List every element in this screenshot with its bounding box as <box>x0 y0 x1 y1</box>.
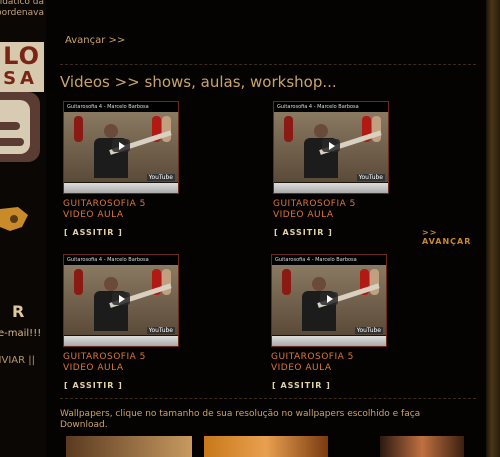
advance-link-right[interactable]: >> AVANÇAR <box>422 228 486 246</box>
sidebar-letter: R <box>12 302 25 321</box>
video-title[interactable]: GUITAROSOFIA 5 VIDEO AULA <box>273 199 356 221</box>
video-controls[interactable] <box>64 183 178 193</box>
player-head <box>104 124 118 138</box>
video-title-line1: GUITAROSOFIA 5 <box>273 199 356 209</box>
video-thumbnail[interactable]: Guitarosofia 4 - Marcelo Barbosa YouTube <box>63 101 179 194</box>
blogger-icon[interactable] <box>0 92 40 162</box>
play-icon[interactable] <box>320 292 338 305</box>
wall-guitar <box>74 269 83 295</box>
wall-guitar <box>74 116 83 142</box>
video-thumbnail[interactable]: Guitarosofia 4 - Marcelo Barbosa YouTube <box>273 101 389 194</box>
wallpaper-thumbnail[interactable] <box>204 436 328 457</box>
blogger-icon-bar-2 <box>0 138 24 146</box>
divider <box>60 398 476 399</box>
video-title-line1: GUITAROSOFIA 5 <box>63 199 146 209</box>
player-head <box>312 277 326 291</box>
section-title: Videos >> shows, aulas, workshop... <box>60 73 337 91</box>
video-controls[interactable] <box>272 336 386 346</box>
wall-guitar <box>372 116 381 142</box>
site-logo[interactable]: LO SA <box>0 42 44 92</box>
blogger-icon-inner <box>0 100 30 154</box>
wall-guitar <box>162 269 171 295</box>
logo-line2: SA <box>3 68 38 89</box>
youtube-logo: YouTube <box>356 174 385 181</box>
wallpaper-thumbnail[interactable] <box>66 436 192 457</box>
video-title-line2: VIDEO AULA <box>63 210 124 220</box>
youtube-logo: YouTube <box>146 327 175 334</box>
watch-button[interactable]: [ ASSITIR ] <box>274 228 333 237</box>
video-controls[interactable] <box>274 183 388 193</box>
wall-guitar <box>162 116 171 142</box>
wall-guitar <box>370 269 379 295</box>
video-title-bar: Guitarosofia 4 - Marcelo Barbosa <box>64 255 178 265</box>
left-sidebar: didático da pordenava LO SA R e-mail!!! … <box>0 0 46 457</box>
main-content: Avançar >> Videos >> shows, aulas, works… <box>46 0 486 457</box>
youtube-logo: YouTube <box>146 174 175 181</box>
youtube-logo: YouTube <box>354 327 383 334</box>
wall-guitar <box>284 116 293 142</box>
play-icon[interactable] <box>112 139 130 152</box>
player-head <box>104 277 118 291</box>
video-title[interactable]: GUITAROSOFIA 5 VIDEO AULA <box>63 352 146 374</box>
watch-button[interactable]: [ ASSITIR ] <box>272 381 331 390</box>
video-title-line1: GUITAROSOFIA 5 <box>271 352 354 362</box>
sidebar-send-button[interactable]: NVIAR || <box>0 355 35 366</box>
video-controls[interactable] <box>64 336 178 346</box>
guitar-icon <box>0 207 28 231</box>
player-head <box>314 124 328 138</box>
play-icon[interactable] <box>322 139 340 152</box>
sidebar-top-text-line1: didático da <box>0 0 44 7</box>
sidebar-top-text-line2: pordenava <box>0 8 44 18</box>
video-title-bar: Guitarosofia 4 - Marcelo Barbosa <box>274 102 388 112</box>
video-thumbnail[interactable]: Guitarosofia 4 - Marcelo Barbosa YouTube <box>271 254 387 347</box>
video-title-bar: Guitarosofia 4 - Marcelo Barbosa <box>272 255 386 265</box>
sidebar-top-text: didático da pordenava <box>0 0 44 19</box>
video-title-line2: VIDEO AULA <box>63 363 124 373</box>
video-title[interactable]: GUITAROSOFIA 5 VIDEO AULA <box>271 352 354 374</box>
wallpaper-thumbnail[interactable] <box>380 436 464 457</box>
play-icon[interactable] <box>112 292 130 305</box>
advance-link-top[interactable]: Avançar >> <box>65 35 125 46</box>
divider <box>60 64 476 65</box>
video-thumbnail[interactable]: Guitarosofia 4 - Marcelo Barbosa YouTube <box>63 254 179 347</box>
video-title-line2: VIDEO AULA <box>273 210 334 220</box>
video-title-line1: GUITAROSOFIA 5 <box>63 352 146 362</box>
video-title[interactable]: GUITAROSOFIA 5 VIDEO AULA <box>63 199 146 221</box>
watch-button[interactable]: [ ASSITIR ] <box>64 228 123 237</box>
logo-line1: LO <box>3 42 40 70</box>
wallpapers-text: Wallpapers, clique no tamanho de sua res… <box>60 409 421 430</box>
blogger-icon-bar-1 <box>0 122 20 130</box>
video-title-bar: Guitarosofia 4 - Marcelo Barbosa <box>64 102 178 112</box>
sidebar-email-text: e-mail!!! <box>0 328 42 339</box>
wall-guitar <box>282 269 291 295</box>
video-title-line2: VIDEO AULA <box>271 363 332 373</box>
background-texture <box>486 0 500 457</box>
watch-button[interactable]: [ ASSITIR ] <box>64 381 123 390</box>
